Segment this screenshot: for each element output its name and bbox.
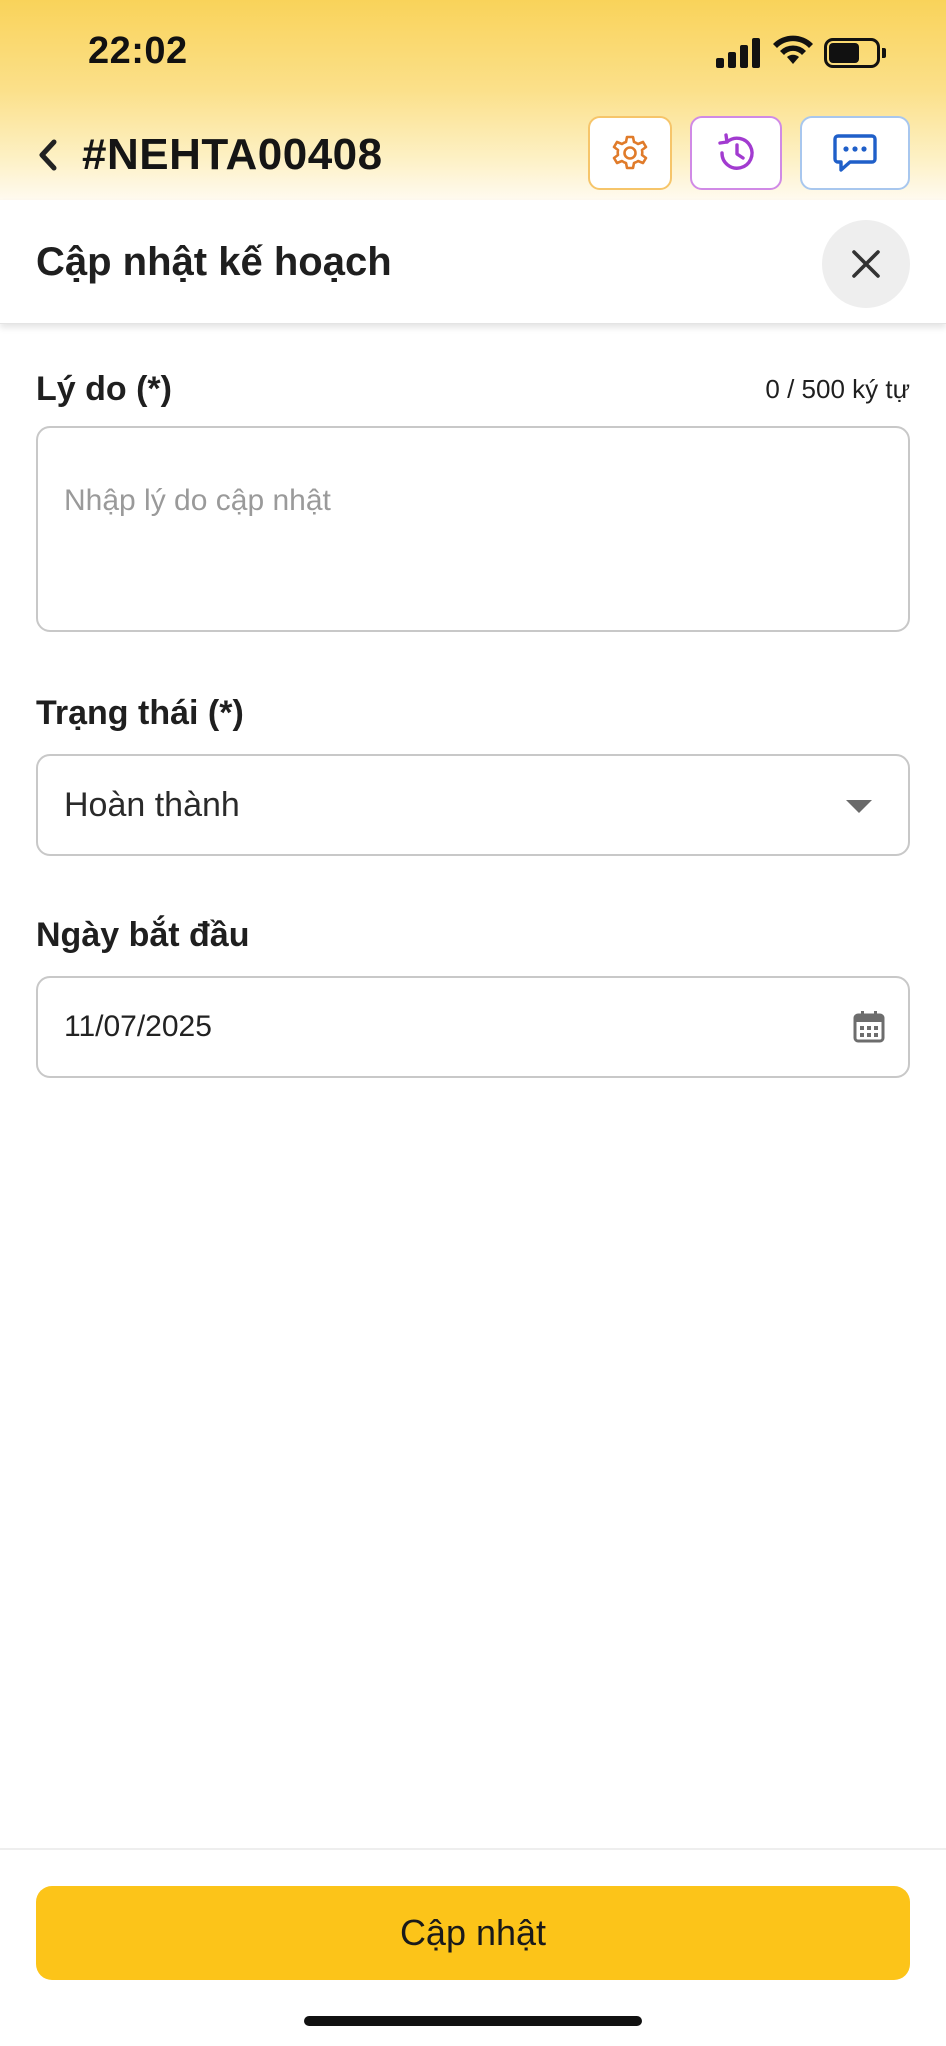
start-date-value: 11/07/2025 — [64, 1010, 212, 1043]
chat-icon — [833, 134, 877, 172]
status-select[interactable]: Hoàn thành — [36, 754, 910, 856]
start-date-label: Ngày bắt đầu — [36, 916, 250, 954]
status-selected-value: Hoàn thành — [64, 786, 240, 824]
update-button[interactable]: Cập nhật — [36, 1886, 910, 1980]
home-indicator — [304, 2016, 642, 2026]
panel-title: Cập nhật kế hoạch — [36, 240, 392, 284]
settings-button[interactable] — [588, 116, 672, 190]
reason-label: Lý do (*) — [36, 370, 172, 408]
calendar-icon[interactable] — [852, 1010, 886, 1044]
footer-divider — [0, 1848, 946, 1850]
ticket-id: #NEHTA00408 — [82, 130, 383, 179]
signal-icon — [716, 38, 762, 68]
history-button[interactable] — [690, 116, 782, 190]
chat-button[interactable] — [800, 116, 910, 190]
wifi-icon — [773, 35, 813, 64]
back-chevron-icon[interactable] — [30, 132, 66, 178]
status-label: Trạng thái (*) — [36, 694, 244, 732]
reason-field — [36, 426, 910, 632]
reason-input[interactable] — [38, 428, 908, 630]
caret-down-icon — [846, 800, 872, 813]
top-nav: #NEHTA00408 — [0, 110, 946, 200]
start-date-field[interactable]: 11/07/2025 — [36, 976, 910, 1078]
gear-icon — [612, 135, 648, 170]
panel-header: Cập nhật kế hoạch — [0, 200, 946, 324]
status-time: 22:02 — [88, 30, 188, 72]
status-bar: 22:02 — [0, 0, 946, 100]
close-button[interactable] — [822, 220, 910, 308]
battery-icon — [824, 38, 886, 68]
close-icon — [852, 250, 880, 278]
history-icon — [718, 133, 754, 170]
reason-char-counter: 0 / 500 ký tự — [765, 374, 910, 404]
